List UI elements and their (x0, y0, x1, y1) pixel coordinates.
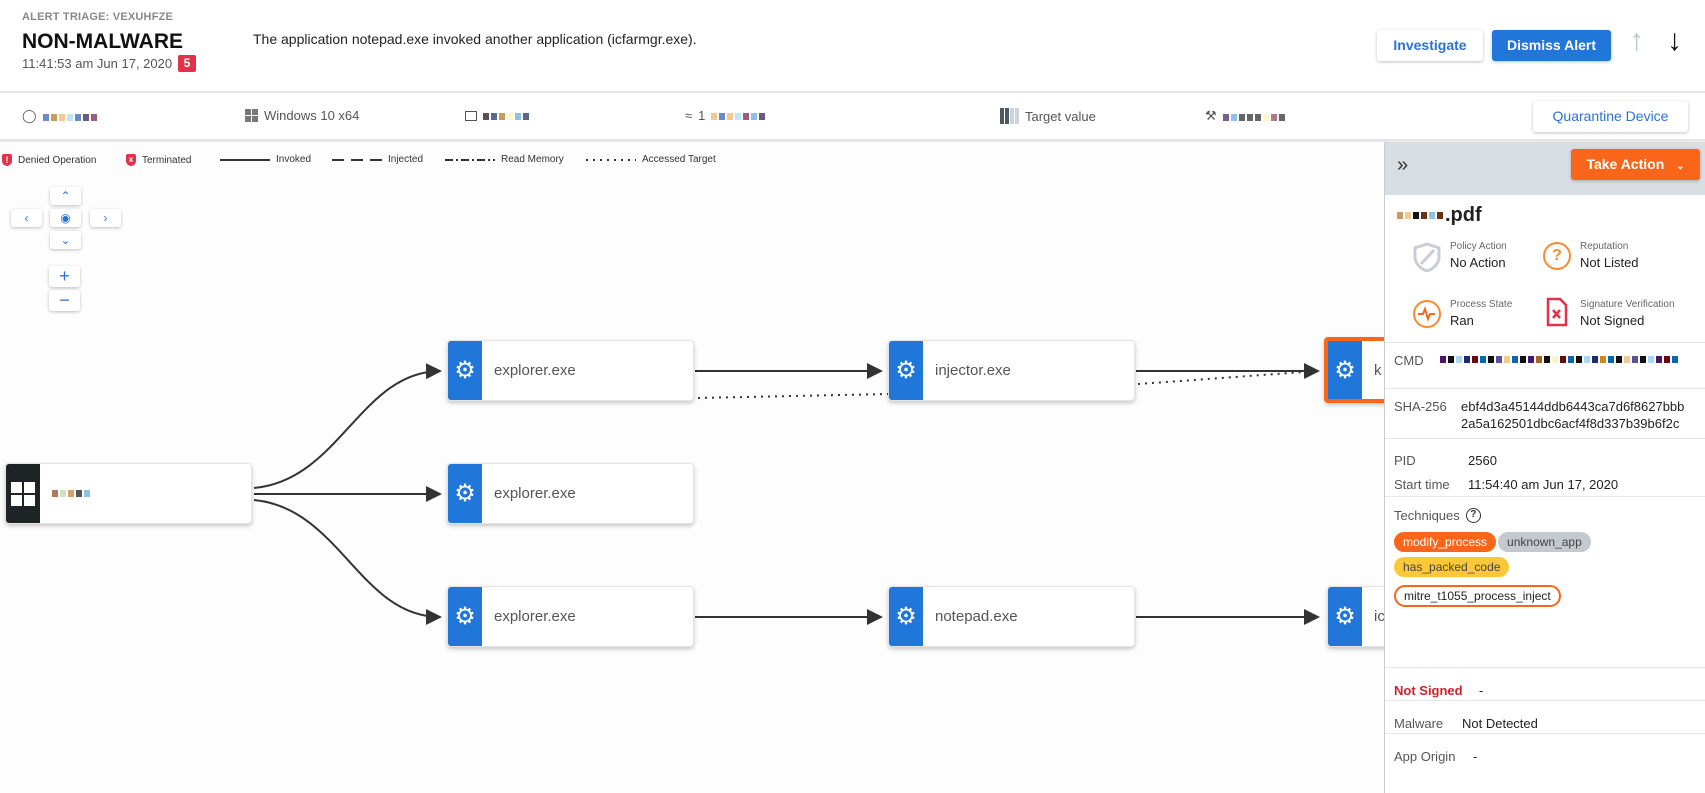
node-label: k (1374, 361, 1382, 379)
quarantine-device-button[interactable]: Quarantine Device (1533, 101, 1688, 132)
policy-action-value: No Action (1450, 255, 1506, 270)
divider (1385, 342, 1705, 343)
not-signed-label: Not Signed (1394, 683, 1463, 698)
signature-value: Not Signed (1580, 313, 1645, 328)
divider (1385, 667, 1705, 668)
node-explorer-1[interactable]: ⚙ explorer.exe (447, 340, 694, 401)
node-notepad[interactable]: ⚙ notepad.exe (888, 586, 1135, 647)
node-explorer-3[interactable]: ⚙ explorer.exe (447, 586, 694, 647)
gear-icon: ⚙ (448, 464, 482, 523)
divider (1385, 438, 1705, 439)
divider (1385, 733, 1705, 734)
reputation-label: Reputation (1580, 241, 1629, 252)
divider (1385, 700, 1705, 701)
node-label: explorer.exe (494, 485, 576, 502)
file-name: .pdf (1397, 204, 1482, 227)
node-explorer-2[interactable]: ⚙ explorer.exe (447, 463, 694, 524)
process-details-panel: » Take Action ⌄ .pdf Policy Action No Ac… (1384, 142, 1705, 793)
node-root-system[interactable] (5, 463, 252, 524)
windows-icon (6, 464, 40, 523)
shield-icon (1413, 242, 1441, 273)
malware-value: Not Detected (1462, 716, 1538, 731)
investigate-button[interactable]: Investigate (1377, 30, 1483, 61)
node-label: ic (1374, 608, 1385, 625)
edge-root-explorer1 (253, 363, 442, 489)
cmd-label: CMD (1394, 353, 1424, 368)
gear-icon: ⚙ (889, 341, 923, 400)
unsigned-file-icon (1546, 297, 1568, 332)
edge-explorer1-injector-accessed (697, 393, 889, 399)
node-label: notepad.exe (935, 608, 1018, 625)
technique-chip[interactable]: mitre_t1055_process_inject (1394, 585, 1561, 607)
pid-value: 2560 (1468, 453, 1497, 468)
node-label: explorer.exe (494, 608, 576, 625)
technique-chip[interactable]: unknown_app (1498, 532, 1591, 552)
start-time-label: Start time (1394, 477, 1450, 492)
sha256-label: SHA-256 (1394, 399, 1447, 414)
malware-label: Malware (1394, 716, 1444, 731)
redacted-cmd (1440, 350, 1700, 367)
technique-chip[interactable]: has_packed_code (1394, 557, 1510, 577)
divider (1385, 496, 1705, 497)
node-label: injector.exe (935, 362, 1011, 379)
redacted-root-name (40, 464, 92, 523)
pid-label: PID (1394, 453, 1416, 468)
app-origin-value: - (1473, 749, 1478, 764)
techniques-label: Techniques (1394, 508, 1460, 523)
edge-root-explorer3 (253, 499, 442, 625)
process-state-value: Ran (1450, 313, 1474, 328)
technique-chip[interactable]: modify_process (1394, 532, 1497, 552)
techniques-help-icon[interactable]: ? (1465, 508, 1481, 523)
app-origin-label: App Origin (1394, 749, 1456, 764)
gear-icon: ⚙ (448, 341, 482, 400)
not-signed-value: - (1479, 683, 1484, 698)
process-state-label: Process State (1450, 299, 1513, 310)
gear-icon: ⚙ (448, 587, 482, 646)
gear-icon: ⚙ (1328, 341, 1362, 399)
take-action-label: Take Action (1586, 156, 1665, 172)
next-alert-arrow-icon[interactable]: ↓ (1667, 24, 1682, 58)
pulse-icon (1413, 300, 1441, 328)
chevron-down-icon: ⌄ (1676, 161, 1685, 172)
question-icon: ? (1543, 242, 1571, 270)
reputation-value: Not Listed (1580, 255, 1639, 270)
previous-alert-arrow-icon[interactable]: ↑ (1629, 24, 1644, 58)
techniques-heading: Techniques? (1394, 508, 1481, 523)
collapse-panel-icon[interactable]: » (1397, 154, 1408, 177)
file-extension: .pdf (1445, 204, 1482, 226)
divider (1385, 388, 1705, 389)
dismiss-alert-button[interactable]: Dismiss Alert (1492, 30, 1611, 61)
panel-header: » Take Action ⌄ (1385, 142, 1705, 195)
sha256-line-1: ebf4d3a45144ddb6443ca7d6f8627bbb (1461, 399, 1685, 414)
gear-icon: ⚙ (1328, 587, 1362, 646)
sha256-line-2: 2a5a162501dbc6acf4f8d337b39b6f2c (1461, 416, 1680, 431)
policy-action-label: Policy Action (1450, 241, 1507, 252)
take-action-button[interactable]: Take Action ⌄ (1571, 149, 1700, 180)
gear-icon: ⚙ (889, 587, 923, 646)
signature-label: Signature Verification (1580, 299, 1675, 310)
edge-injector-k-accessed (1137, 370, 1319, 385)
node-injector[interactable]: ⚙ injector.exe (888, 340, 1135, 401)
node-label: explorer.exe (494, 362, 576, 379)
techniques-list: modify_process unknown_app has_packed_cod… (1394, 532, 1694, 612)
start-time-value: 11:54:40 am Jun 17, 2020 (1468, 477, 1619, 492)
